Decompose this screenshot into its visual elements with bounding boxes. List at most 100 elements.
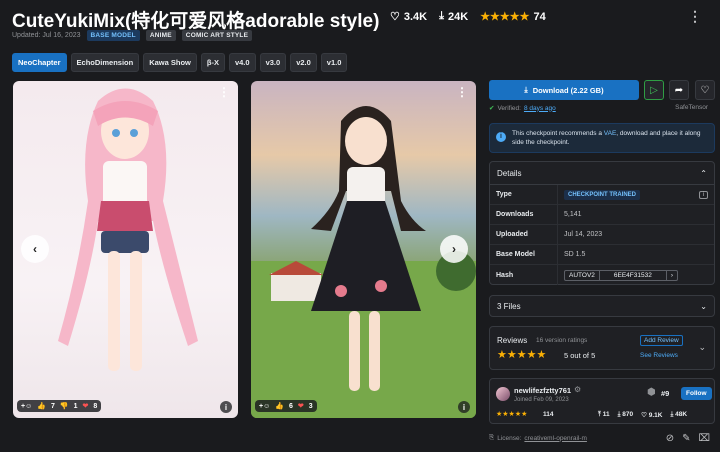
no-sell-icon: ⌧: [698, 433, 710, 444]
heart-reaction-icon[interactable]: ❤: [298, 402, 304, 410]
reviews-panel: Reviews 16 version ratings ★★★★★ 5 out o…: [489, 326, 715, 370]
version-tab[interactable]: v1.0: [320, 53, 348, 72]
info-icon[interactable]: i: [698, 190, 708, 199]
share-icon: ➦: [674, 84, 684, 96]
run-button[interactable]: ▷: [644, 80, 664, 100]
download-stat: ⤓ 870: [617, 411, 634, 418]
favorite-button[interactable]: ♡: [695, 80, 715, 100]
detail-row-uploaded: Uploaded Jul 14, 2023: [490, 225, 714, 245]
base-model-badge[interactable]: BASE MODEL: [86, 30, 140, 41]
version-tab[interactable]: v4.0: [228, 53, 256, 72]
model-stats: ♡ 3.4K ⤓ 24K ★★★★★ 74: [390, 10, 546, 23]
heart-icon: ♡: [390, 11, 400, 23]
chevron-right-icon: ›: [665, 270, 677, 280]
rating-stat[interactable]: ★★★★★ 74: [480, 10, 546, 24]
thumbs-down-icon[interactable]: 👎: [60, 402, 69, 410]
type-badge: CHECKPOINT TRAINED: [564, 189, 641, 200]
prev-image-button[interactable]: ‹: [21, 235, 49, 263]
gear-badge-icon: ⚙: [574, 385, 582, 394]
total-stat: ⤓ 48K: [670, 411, 688, 418]
likes-stat: ♡ 3.4K: [390, 10, 428, 24]
version-tab[interactable]: EchoDimension: [70, 53, 140, 72]
detail-row-hash: Hash AUTOV2 6EE4F31532 ›: [490, 265, 714, 285]
chevron-down-icon: ⌄: [700, 301, 707, 311]
vae-link[interactable]: VAE: [604, 130, 617, 137]
chevron-up-icon: ⌃: [700, 168, 707, 178]
vae-notice: i This checkpoint recommends a VAE, down…: [489, 123, 715, 153]
image-reactions: +☺ 👍 7 👎 1 ❤ 8: [17, 400, 102, 412]
download-button[interactable]: ⤓ Download (2.22 GB): [489, 80, 639, 100]
license-icon: ⎘: [489, 434, 495, 441]
verified-link[interactable]: 8 days ago: [524, 105, 556, 112]
thumbs-up-icon[interactable]: 👍: [275, 402, 284, 410]
share-button[interactable]: ➦: [669, 80, 689, 100]
image-reactions: +☺ 👍 6 ❤ 3: [255, 400, 317, 412]
creator-rating-count: 114: [543, 411, 554, 418]
see-reviews-link[interactable]: See Reviews: [640, 352, 678, 359]
add-reaction-icon[interactable]: +☺: [21, 403, 32, 410]
license-icons: ⊘ ✎ ⌧: [666, 433, 710, 444]
star-rating-icon: ★★★★★: [497, 349, 547, 361]
license-link[interactable]: creativeml-openrail-m: [524, 435, 587, 442]
follow-button[interactable]: Follow: [681, 387, 712, 400]
details-header[interactable]: Details ⌃: [490, 162, 714, 185]
no-brush-icon: ✎: [682, 433, 691, 444]
heart-icon: ♡: [641, 412, 647, 419]
download-icon: ⤓: [524, 85, 528, 94]
details-panel: Details ⌃ Type CHECKPOINT TRAINED i Down…: [489, 161, 715, 285]
image-info-icon[interactable]: i: [220, 401, 232, 413]
detail-row-base-model: Base Model SD 1.5: [490, 245, 714, 265]
version-tab[interactable]: NeoChapter: [12, 53, 67, 72]
gallery-image-1[interactable]: ⋮ ‹ +☺ 👍 7 👎 1 ❤ 8 i: [13, 81, 238, 418]
upload-stat: ⤒ 11: [598, 411, 610, 418]
upload-icon: ⤒: [598, 411, 601, 418]
download-icon: ⤓: [617, 411, 621, 418]
version-tab[interactable]: β-X: [200, 53, 225, 72]
rank-hexagon-icon: ⬢: [647, 387, 656, 398]
add-review-button[interactable]: Add Review: [640, 335, 683, 346]
creator-rank: #9: [661, 389, 670, 398]
reviews-count: 16 version ratings: [536, 337, 588, 344]
download-icon: ⤓: [439, 10, 444, 22]
creator-stats: ⤒ 11 ⤓ 870 ♡ 9.1K ⤓ 48K: [598, 411, 687, 419]
files-accordion[interactable]: 3 Files ⌄: [489, 295, 715, 317]
thumbs-up-icon[interactable]: 👍: [37, 402, 46, 410]
info-icon: i: [496, 132, 506, 142]
notice-text: This checkpoint recommends a VAE, downlo…: [512, 130, 701, 146]
creator-joined: Joined Feb 09, 2023: [514, 397, 569, 403]
image-info-icon[interactable]: i: [458, 401, 470, 413]
tag-anime[interactable]: ANIME: [145, 30, 176, 41]
image-menu-icon[interactable]: ⋮: [218, 85, 230, 99]
license-row: ⎘ License: creativeml-openrail-m: [489, 434, 587, 442]
avatar[interactable]: [496, 387, 510, 401]
chevron-down-icon[interactable]: ⌄: [698, 342, 706, 353]
download-icon: ⤓: [670, 411, 674, 418]
updated-date: Updated: Jul 16, 2023: [12, 32, 81, 39]
add-reaction-icon[interactable]: +☺: [259, 403, 270, 410]
file-format-label: SafeTensor: [675, 104, 708, 111]
shield-check-icon: ✔: [489, 105, 495, 112]
reviews-score: 5 out of 5: [564, 351, 596, 360]
heart-reaction-icon[interactable]: ❤: [83, 402, 89, 410]
creator-stars: ★★★★★: [496, 411, 528, 418]
creator-card: newlifezfztty761 ⚙ Joined Feb 09, 2023 ⬢…: [489, 378, 715, 424]
downloads-stat: ⤓ 24K: [439, 10, 469, 23]
detail-row-type: Type CHECKPOINT TRAINED i: [490, 185, 714, 205]
star-rating-icon: ★★★★★: [480, 11, 530, 23]
play-icon: ▷: [650, 84, 658, 96]
next-image-button[interactable]: ›: [440, 235, 468, 263]
version-tabs: NeoChapter EchoDimension Kawa Show β-X v…: [12, 53, 348, 72]
version-tab[interactable]: v3.0: [259, 53, 287, 72]
like-stat: ♡ 9.1K: [641, 412, 663, 419]
no-image-icon: ⊘: [665, 433, 675, 444]
model-title: CuteYukiMix(特化可爱风格adorable style): [12, 11, 380, 32]
meta-row: Updated: Jul 16, 2023 BASE MODEL ANIME C…: [12, 30, 253, 41]
tag-comic-art-style[interactable]: COMIC ART STYLE: [181, 30, 253, 41]
version-tab[interactable]: v2.0: [290, 53, 317, 72]
version-tab[interactable]: Kawa Show: [143, 53, 197, 72]
creator-name[interactable]: newlifezfztty761: [514, 386, 571, 395]
gallery-image-2[interactable]: ⋮ › +☺ 👍 6 ❤ 3 i: [251, 81, 476, 418]
hash-selector[interactable]: AUTOV2 6EE4F31532 ›: [564, 269, 679, 281]
more-options-icon[interactable]: ⋮: [688, 8, 702, 25]
image-menu-icon[interactable]: ⋮: [456, 85, 468, 99]
